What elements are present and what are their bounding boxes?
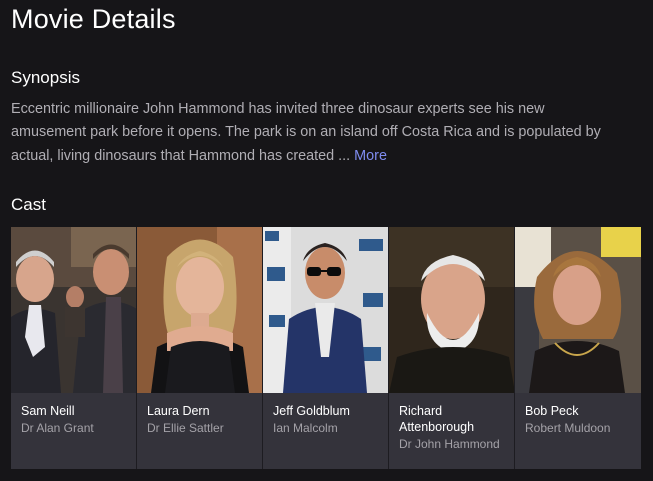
synopsis-line: Eccentric millionaire John Hammond has i… bbox=[11, 101, 545, 117]
cast-name: Richard Attenborough bbox=[399, 404, 475, 434]
cast-info: Laura Dern Dr Ellie Sattler bbox=[137, 393, 262, 436]
cast-role: Dr Ellie Sattler bbox=[147, 421, 224, 435]
movie-details-page: Movie Details Synopsis Eccentric million… bbox=[0, 0, 653, 481]
cast-role: Robert Muldoon bbox=[525, 421, 611, 435]
cast-photo bbox=[389, 227, 514, 393]
cast-name: Bob Peck bbox=[525, 404, 579, 418]
synopsis-line-text: actual, living dinosaurs that Hammond ha… bbox=[11, 147, 351, 164]
cast-role: Dr Alan Grant bbox=[21, 421, 94, 435]
cast-role: Dr John Hammond bbox=[399, 437, 500, 451]
cast-card-bob-peck[interactable]: Bob Peck Robert Muldoon bbox=[515, 227, 641, 469]
cast-info: Bob Peck Robert Muldoon bbox=[515, 393, 641, 436]
cast-photo bbox=[137, 227, 262, 393]
cast-card-laura-dern[interactable]: Laura Dern Dr Ellie Sattler bbox=[137, 227, 263, 469]
page-title: Movie Details bbox=[11, 4, 176, 34]
cast-photo bbox=[515, 227, 641, 393]
cast-list: Sam Neill Dr Alan Grant Laura Dern Dr El… bbox=[11, 227, 641, 469]
cast-heading: Cast bbox=[11, 195, 46, 214]
synopsis-heading: Synopsis bbox=[11, 68, 80, 87]
cast-photo bbox=[11, 227, 136, 393]
cast-role: Ian Malcolm bbox=[273, 421, 338, 435]
cast-photo bbox=[263, 227, 388, 393]
cast-name: Sam Neill bbox=[21, 404, 75, 418]
cast-info: Jeff Goldblum Ian Malcolm bbox=[263, 393, 388, 436]
synopsis-line: actual, living dinosaurs that Hammond ha… bbox=[11, 145, 641, 168]
cast-info: Richard Attenborough Dr John Hammond bbox=[389, 393, 514, 452]
cast-name: Jeff Goldblum bbox=[273, 404, 350, 418]
synopsis-line: amusement park before it opens. The park… bbox=[11, 124, 601, 141]
synopsis-text: Eccentric millionaire John Hammond has i… bbox=[11, 98, 641, 168]
cast-card-jeff-goldblum[interactable]: Jeff Goldblum Ian Malcolm bbox=[263, 227, 389, 469]
cast-card-sam-neill[interactable]: Sam Neill Dr Alan Grant bbox=[11, 227, 137, 469]
cast-card-richard-attenborough[interactable]: Richard Attenborough Dr John Hammond bbox=[389, 227, 515, 469]
cast-info: Sam Neill Dr Alan Grant bbox=[11, 393, 136, 436]
cast-name: Laura Dern bbox=[147, 404, 210, 418]
more-link[interactable]: More bbox=[354, 148, 387, 164]
